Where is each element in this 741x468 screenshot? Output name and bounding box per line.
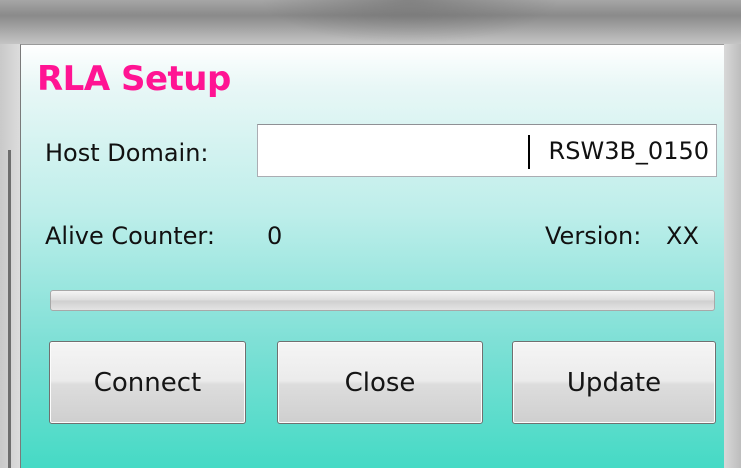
host-domain-input[interactable] (257, 124, 717, 177)
window-left-frame (0, 44, 20, 468)
version-value: XX (666, 222, 699, 250)
text-caret (528, 135, 530, 169)
dialog-title: RLA Setup (37, 59, 231, 99)
window-frame-shadow (8, 150, 11, 468)
connect-button[interactable]: Connect (49, 341, 246, 424)
host-domain-label: Host Domain: (45, 139, 209, 167)
alive-counter-value: 0 (267, 222, 283, 250)
version-label: Version: (545, 222, 642, 250)
close-button[interactable]: Close (277, 341, 483, 424)
rla-setup-window: RLA Setup Host Domain: Alive Counter: 0 … (0, 0, 741, 468)
update-button[interactable]: Update (512, 341, 716, 424)
titlebar-highlight (260, 0, 560, 44)
window-right-frame (724, 44, 741, 468)
dialog-client-area: RLA Setup Host Domain: Alive Counter: 0 … (20, 44, 724, 468)
window-titlebar[interactable] (0, 0, 741, 44)
alive-counter-label: Alive Counter: (45, 222, 215, 250)
update-progress-bar (50, 290, 715, 311)
